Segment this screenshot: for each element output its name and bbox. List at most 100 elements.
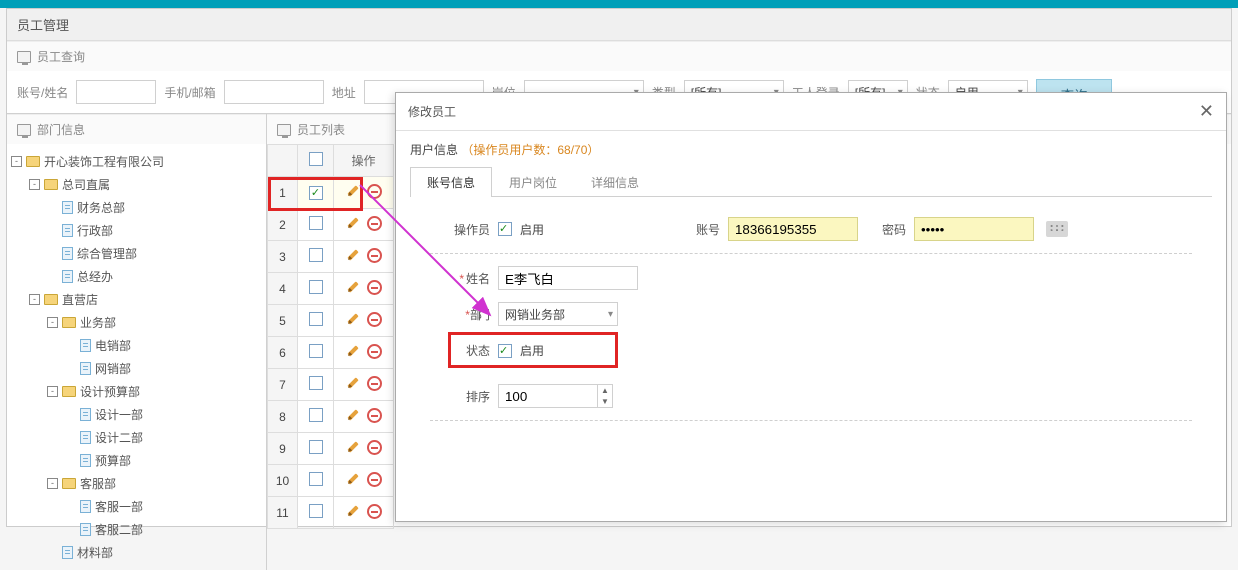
page-icon [80, 500, 91, 513]
edit-icon[interactable] [342, 244, 365, 267]
tree-toggle-icon[interactable]: - [11, 156, 22, 167]
tree-node[interactable]: -总司直属 [11, 173, 262, 196]
row-index: 10 [268, 465, 298, 497]
monitor-icon [17, 51, 31, 63]
status-checkbox[interactable] [498, 344, 512, 358]
delete-icon[interactable] [367, 344, 382, 359]
tree-node[interactable]: -业务部 [11, 311, 262, 334]
select-all-checkbox[interactable] [309, 152, 323, 166]
delete-icon[interactable] [367, 376, 382, 391]
page-icon [80, 339, 91, 352]
edit-icon[interactable] [342, 308, 365, 331]
tree-node[interactable]: 网销部 [11, 357, 262, 380]
edit-icon[interactable] [342, 372, 365, 395]
tree-node[interactable]: 电销部 [11, 334, 262, 357]
keyboard-icon[interactable] [1046, 221, 1068, 237]
tree-node[interactable]: 设计一部 [11, 403, 262, 426]
tree-label: 预算部 [95, 452, 131, 469]
table-row[interactable]: 3 [268, 241, 394, 273]
table-row[interactable]: 7 [268, 369, 394, 401]
edit-icon[interactable] [342, 436, 365, 459]
spinner-up-icon[interactable]: ▲ [598, 385, 612, 396]
account-field[interactable] [728, 217, 858, 241]
edit-icon[interactable] [342, 180, 365, 203]
delete-icon[interactable] [367, 216, 382, 231]
edit-icon[interactable] [342, 500, 365, 523]
row-index: 6 [268, 337, 298, 369]
name-field[interactable] [498, 266, 638, 290]
folder-icon [44, 294, 58, 305]
tree-node[interactable]: 财务总部 [11, 196, 262, 219]
dept-select[interactable]: 网销业务部 [498, 302, 618, 326]
tree-node[interactable]: 客服二部 [11, 518, 262, 541]
table-row[interactable]: 4 [268, 273, 394, 305]
account-field-label: 账号 [680, 221, 720, 238]
tree-node[interactable]: 预算部 [11, 449, 262, 472]
tree-node[interactable]: -开心装饰工程有限公司 [11, 150, 262, 173]
delete-icon[interactable] [367, 472, 382, 487]
tree-node[interactable]: 行政部 [11, 219, 262, 242]
table-row[interactable]: 9 [268, 433, 394, 465]
tree-node[interactable]: 客服一部 [11, 495, 262, 518]
table-row[interactable]: 8 [268, 401, 394, 433]
table-row[interactable]: 6 [268, 337, 394, 369]
page-icon [80, 431, 91, 444]
edit-icon[interactable] [342, 340, 365, 363]
sort-field[interactable] [498, 384, 598, 408]
delete-icon[interactable] [367, 504, 382, 519]
row-checkbox[interactable] [309, 344, 323, 358]
row-index: 5 [268, 305, 298, 337]
account-label: 账号/姓名 [17, 84, 68, 101]
delete-icon[interactable] [367, 408, 382, 423]
delete-icon[interactable] [367, 440, 382, 455]
password-field[interactable] [914, 217, 1034, 241]
delete-icon[interactable] [367, 312, 382, 327]
tree-toggle-icon[interactable]: - [47, 478, 58, 489]
tab-post[interactable]: 用户岗位 [492, 167, 574, 197]
edit-icon[interactable] [342, 404, 365, 427]
row-checkbox[interactable] [309, 408, 323, 422]
table-row[interactable]: 1 [268, 177, 394, 209]
folder-icon [62, 386, 76, 397]
table-row[interactable]: 11 [268, 497, 394, 529]
row-checkbox[interactable] [309, 186, 323, 200]
monitor-icon [277, 124, 291, 136]
row-checkbox[interactable] [309, 472, 323, 486]
tree-node[interactable]: 设计二部 [11, 426, 262, 449]
delete-icon[interactable] [367, 280, 382, 295]
edit-icon[interactable] [342, 212, 365, 235]
edit-icon[interactable] [342, 468, 365, 491]
table-row[interactable]: 2 [268, 209, 394, 241]
operator-checkbox[interactable] [498, 222, 512, 236]
tree-toggle-icon[interactable]: - [47, 317, 58, 328]
tree-label: 综合管理部 [77, 245, 137, 262]
row-checkbox[interactable] [309, 312, 323, 326]
delete-icon[interactable] [367, 184, 382, 199]
row-checkbox[interactable] [309, 248, 323, 262]
row-checkbox[interactable] [309, 376, 323, 390]
tree-toggle-icon[interactable]: - [47, 386, 58, 397]
tree-node[interactable]: -直营店 [11, 288, 262, 311]
table-row[interactable]: 10 [268, 465, 394, 497]
table-row[interactable]: 5 [268, 305, 394, 337]
close-icon[interactable]: ✕ [1199, 101, 1214, 122]
tree-node[interactable]: 总经办 [11, 265, 262, 288]
name-field-label: 姓名 [430, 270, 490, 287]
edit-icon[interactable] [342, 276, 365, 299]
tree-node[interactable]: 材料部 [11, 541, 262, 564]
row-checkbox[interactable] [309, 216, 323, 230]
phone-input[interactable] [224, 80, 324, 104]
tree-node[interactable]: -设计预算部 [11, 380, 262, 403]
row-checkbox[interactable] [309, 504, 323, 518]
delete-icon[interactable] [367, 248, 382, 263]
tree-toggle-icon[interactable]: - [29, 179, 40, 190]
tab-detail[interactable]: 详细信息 [574, 167, 656, 197]
row-checkbox[interactable] [309, 280, 323, 294]
tree-node[interactable]: -客服部 [11, 472, 262, 495]
tree-node[interactable]: 综合管理部 [11, 242, 262, 265]
tab-account[interactable]: 账号信息 [410, 167, 492, 197]
tree-toggle-icon[interactable]: - [29, 294, 40, 305]
account-input[interactable] [76, 80, 156, 104]
row-checkbox[interactable] [309, 440, 323, 454]
spinner-down-icon[interactable]: ▼ [598, 396, 612, 407]
